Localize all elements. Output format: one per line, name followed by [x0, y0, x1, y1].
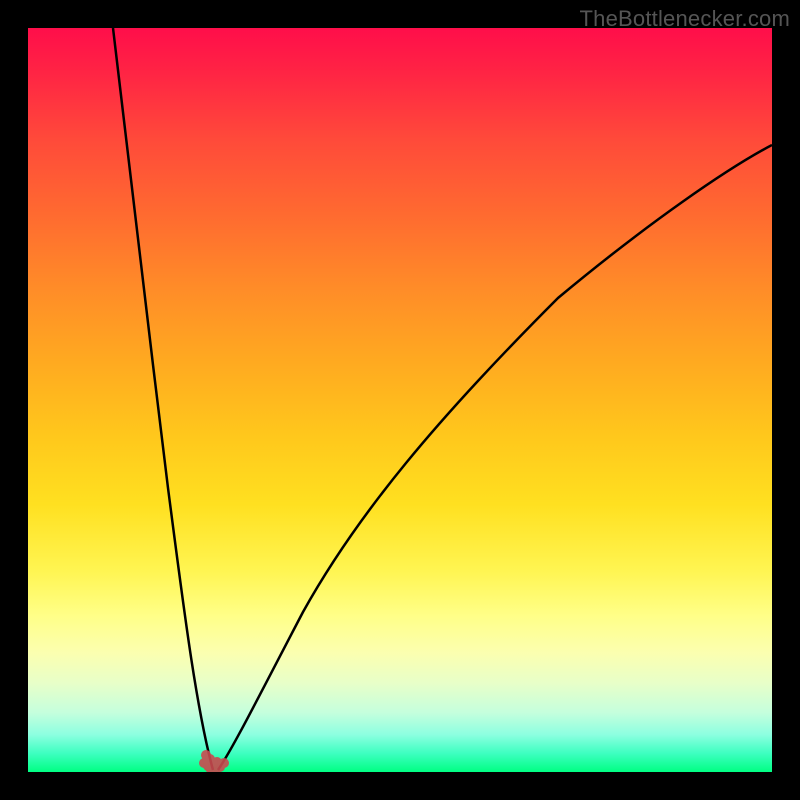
chart-svg: [28, 28, 772, 772]
plot-area: [28, 28, 772, 772]
watermark-text: TheBottlenecker.com: [580, 6, 790, 32]
curve-group: [113, 28, 772, 770]
right-curve-path: [218, 145, 772, 770]
left-curve-path: [113, 28, 213, 770]
bottom-dot-cluster: [199, 750, 229, 772]
